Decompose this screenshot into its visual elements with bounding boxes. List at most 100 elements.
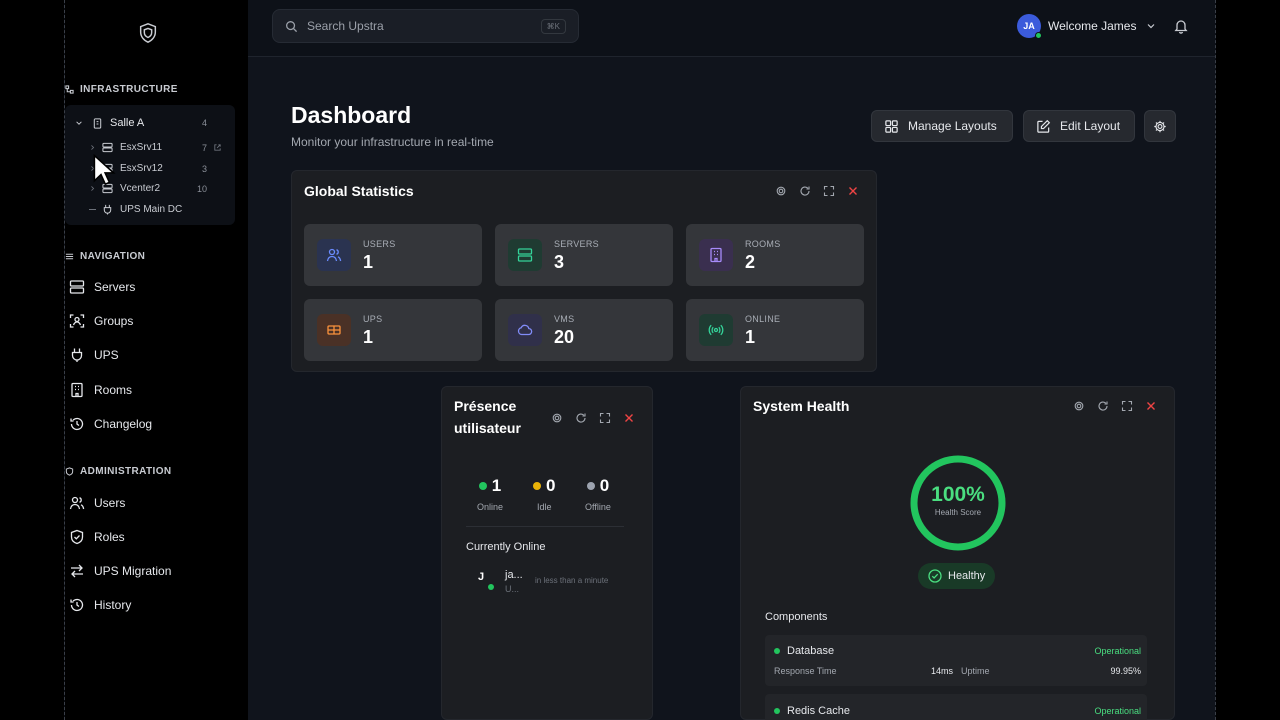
shield-check-icon xyxy=(70,529,84,545)
users-icon xyxy=(69,496,85,510)
broadcast-icon xyxy=(699,314,733,346)
gear-icon[interactable] xyxy=(775,185,787,197)
divider xyxy=(466,526,624,527)
swap-icon xyxy=(71,564,83,578)
search-input[interactable]: Search Upstra ⌘K xyxy=(272,9,579,43)
infrastructure-section-title: INFRASTRUCTURE xyxy=(65,84,178,95)
battery-icon xyxy=(317,314,351,346)
history-icon xyxy=(70,598,84,612)
stat-card-ups: UPS 1 xyxy=(304,299,482,361)
online-status-dot xyxy=(1035,32,1042,39)
plug-icon xyxy=(71,348,83,362)
navigation-section-title: NAVIGATION xyxy=(65,251,145,262)
offline-dot xyxy=(586,482,595,490)
edit-layout-button[interactable]: Edit Layout xyxy=(1023,110,1135,142)
maximize-icon[interactable] xyxy=(1121,400,1133,412)
last-seen-time: in less than a minute xyxy=(535,576,609,585)
topbar: Search Upstra ⌘K JA Welcome James xyxy=(248,0,1215,57)
card-title: System Health xyxy=(753,398,850,414)
presence-online-stat: 1 Online xyxy=(477,476,504,512)
user-sub: U... xyxy=(505,584,520,594)
nav-item-servers[interactable]: Servers xyxy=(69,279,135,295)
card-title: Présence utilisateur xyxy=(454,398,521,436)
stat-card-users: USERS 1 xyxy=(304,224,482,286)
maximize-icon[interactable] xyxy=(599,412,611,424)
server-icon xyxy=(69,280,85,294)
stat-card-rooms: ROOMS 2 xyxy=(686,224,864,286)
chevron-down-icon[interactable] xyxy=(1146,21,1156,31)
gear-icon xyxy=(1154,120,1166,132)
nav-item-rooms[interactable]: Rooms xyxy=(69,382,132,398)
health-score-gauge: 100% Health Score xyxy=(908,453,1008,553)
nav-item-ups-migration[interactable]: UPS Migration xyxy=(69,563,171,579)
refresh-icon[interactable] xyxy=(1097,400,1109,412)
status-dot xyxy=(774,708,780,714)
nav-item-roles[interactable]: Roles xyxy=(69,529,125,545)
online-dot xyxy=(478,482,487,490)
status-badge: Healthy xyxy=(918,563,996,589)
building-icon xyxy=(71,382,83,398)
shield-icon xyxy=(65,467,74,476)
health-score-value: 100% xyxy=(931,483,985,506)
building-icon xyxy=(699,239,733,271)
grid-icon xyxy=(885,119,898,133)
menu-icon xyxy=(65,253,74,260)
card-toolbar xyxy=(551,412,635,424)
chevron-down-icon[interactable] xyxy=(75,119,83,127)
settings-button[interactable] xyxy=(1144,110,1176,142)
users-icon xyxy=(317,239,351,271)
components-heading: Components xyxy=(765,611,828,623)
external-link-icon[interactable] xyxy=(213,143,222,152)
tree-item-ups-main-dc[interactable]: UPS Main DC xyxy=(89,204,182,215)
network-icon xyxy=(65,85,74,94)
close-icon[interactable] xyxy=(847,185,859,197)
manage-layouts-button[interactable]: Manage Layouts xyxy=(871,110,1013,142)
card-toolbar xyxy=(1073,400,1157,412)
refresh-icon[interactable] xyxy=(799,185,811,197)
plug-icon xyxy=(103,204,112,215)
welcome-text: Welcome James xyxy=(1048,19,1137,33)
main-content: Search Upstra ⌘K JA Welcome James Dashbo… xyxy=(248,0,1215,720)
nav-item-history[interactable]: History xyxy=(69,597,131,613)
currently-online-heading: Currently Online xyxy=(466,541,546,553)
component-redis-cache: Redis Cache Operational xyxy=(765,694,1147,720)
app-frame: INFRASTRUCTURE Salle A 4 EsxSrv11 7 EsxS… xyxy=(64,0,1216,720)
refresh-icon[interactable] xyxy=(575,412,587,424)
page-title: Dashboard xyxy=(291,102,412,128)
tree-leaf-dash xyxy=(89,209,96,210)
history-icon xyxy=(70,417,84,431)
avatar: J xyxy=(478,571,494,590)
bell-icon[interactable] xyxy=(1173,18,1189,34)
idle-dot xyxy=(533,482,541,490)
system-health-card: System Health 100% Health Score Healthy xyxy=(740,386,1175,720)
administration-section-title: ADMINISTRATION xyxy=(65,466,172,477)
nav-item-ups[interactable]: UPS xyxy=(69,347,119,363)
component-database: Database Operational Response Time 14ms … xyxy=(765,635,1147,686)
tree-room-count: 4 xyxy=(202,118,208,128)
cloud-icon xyxy=(508,314,542,346)
online-status-dot xyxy=(488,584,494,590)
stat-card-vms: VMS 20 xyxy=(495,299,673,361)
nav-item-users[interactable]: Users xyxy=(69,495,125,511)
maximize-icon[interactable] xyxy=(823,185,835,197)
chevron-right-icon[interactable] xyxy=(89,144,96,151)
user-menu[interactable]: JA Welcome James xyxy=(1017,14,1156,39)
gear-icon[interactable] xyxy=(1073,400,1085,412)
presence-offline-stat: 0 Offline xyxy=(585,476,611,512)
mouse-cursor-icon xyxy=(93,153,116,186)
avatar[interactable]: JA xyxy=(1017,14,1042,39)
online-user-row[interactable]: J ja... U... in less than a minute xyxy=(478,567,648,597)
presence-idle-stat: 0 Idle xyxy=(533,476,555,512)
health-score-label: Health Score xyxy=(934,508,982,517)
nav-item-groups[interactable]: Groups xyxy=(69,313,133,329)
infrastructure-tree: Salle A 4 EsxSrv11 7 EsxSrv12 3 Vcenter2 xyxy=(65,105,235,225)
check-circle-icon xyxy=(928,569,942,583)
user-name: ja... xyxy=(505,569,523,581)
nav-item-changelog[interactable]: Changelog xyxy=(69,416,152,432)
tree-room-salle-a[interactable]: Salle A 4 xyxy=(75,117,207,129)
close-icon[interactable] xyxy=(1145,400,1157,412)
user-presence-card: Présence utilisateur 1 Online 0 Idle 0 O… xyxy=(441,386,653,720)
shield-logo-icon xyxy=(139,23,157,43)
close-icon[interactable] xyxy=(623,412,635,424)
gear-icon[interactable] xyxy=(551,412,563,424)
